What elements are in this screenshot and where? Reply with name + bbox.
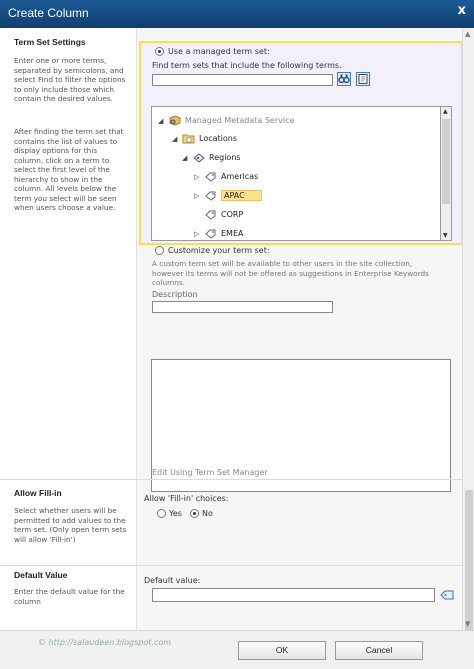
section-divider	[0, 565, 462, 566]
term-tag-icon	[205, 172, 216, 182]
allow-fill-in-choices-label: Allow 'Fill-in' choices:	[144, 494, 229, 503]
dialog-scroll-thumb[interactable]	[465, 490, 473, 640]
fill-in-no-radio[interactable]	[190, 509, 199, 518]
find-terms-label: Find term sets that include the followin…	[152, 61, 342, 70]
use-managed-term-set-label: Use a managed term set:	[168, 47, 270, 56]
tree-node-corp[interactable]: CORP	[194, 209, 243, 220]
tree-node-apac[interactable]: ▷ APAC	[194, 190, 262, 201]
ok-button[interactable]: OK	[238, 641, 326, 660]
term-tag-icon	[205, 229, 216, 239]
use-managed-term-set-radio[interactable]	[155, 47, 164, 56]
customize-term-set-desc: A custom term set will be available to o…	[152, 259, 429, 287]
customize-term-set-label: Customize your term set:	[168, 246, 270, 255]
default-value-title: Default Value	[14, 570, 68, 580]
term-tag-icon	[205, 210, 216, 220]
collapse-arrow-icon[interactable]: ◢	[172, 135, 182, 143]
allow-fill-in-title: Allow Fill-in	[14, 488, 62, 498]
termgroup-folder-icon	[182, 134, 195, 144]
dialog-footer: © http://salaudeen.blogspot.com OK Cance…	[0, 630, 474, 669]
cancel-button[interactable]: Cancel	[335, 641, 423, 660]
dialog-content: Term Set Settings Enter one or more term…	[0, 28, 463, 630]
default-value-label: Default value:	[144, 576, 201, 585]
default-value-input[interactable]	[152, 588, 435, 602]
fill-in-yes-radio[interactable]	[157, 509, 166, 518]
description-input[interactable]	[152, 301, 333, 313]
expand-arrow-icon[interactable]: ▷	[194, 230, 204, 238]
find-binoculars-icon[interactable]	[337, 72, 351, 86]
term-set-tree[interactable]: ◢ Managed Metadata Service ◢ Locations ◢…	[151, 106, 441, 241]
dialog-titlebar: Create Column x	[0, 0, 474, 28]
default-value-desc: Enter the default value for the column	[14, 587, 125, 606]
scroll-down-arrow-icon[interactable]: ▼	[465, 620, 470, 628]
scroll-up-arrow-icon[interactable]: ▲	[465, 30, 470, 38]
tree-node-emea[interactable]: ▷ EMEA	[194, 228, 243, 239]
expand-arrow-icon[interactable]: ▷	[194, 173, 204, 181]
tree-node-managed-metadata-service[interactable]: ◢ Managed Metadata Service	[158, 115, 294, 126]
section-divider	[0, 479, 462, 480]
dialog-scrollbar[interactable]: ▲ ▼	[462, 28, 474, 640]
term-set-settings-desc-2: After finding the term set that contains…	[14, 127, 124, 212]
tree-scrollbar[interactable]: ▲ ▼	[441, 106, 452, 241]
allow-fill-in-desc: Select whether users will be permitted t…	[14, 506, 127, 544]
customize-term-set-radio[interactable]	[155, 246, 164, 255]
expand-arrow-icon[interactable]: ▷	[194, 192, 204, 200]
fill-in-no-label: No	[202, 509, 213, 518]
browse-tag-icon[interactable]	[440, 589, 454, 601]
find-terms-input[interactable]	[152, 74, 333, 86]
fill-in-yes-label: Yes	[169, 509, 182, 518]
browse-term-store-icon[interactable]	[356, 72, 370, 86]
metadata-service-icon	[169, 115, 181, 126]
selected-term-apac[interactable]: APAC	[221, 190, 262, 201]
tree-node-locations[interactable]: ◢ Locations	[172, 133, 237, 144]
term-set-settings-desc-1: Enter one or more terms, separated by se…	[14, 56, 126, 103]
description-label: Description	[152, 290, 198, 299]
watermark: © http://salaudeen.blogspot.com	[38, 638, 172, 647]
termset-icon	[193, 153, 205, 163]
edit-term-set-manager-link[interactable]: Edit Using Term Set Manager	[152, 468, 268, 477]
collapse-arrow-icon[interactable]: ◢	[182, 154, 192, 162]
term-set-settings-title: Term Set Settings	[14, 37, 86, 47]
tree-scroll-thumb[interactable]	[442, 119, 450, 204]
tree-node-regions[interactable]: ◢ Regions	[182, 152, 241, 163]
tree-node-americas[interactable]: ▷ Americas	[194, 171, 258, 182]
collapse-arrow-icon[interactable]: ◢	[158, 117, 168, 125]
scroll-down-arrow-icon[interactable]: ▼	[443, 232, 448, 239]
term-tag-icon	[205, 191, 216, 201]
dialog-title: Create Column	[8, 6, 89, 20]
close-icon[interactable]: x	[458, 3, 466, 18]
scroll-up-arrow-icon[interactable]: ▲	[443, 108, 448, 115]
